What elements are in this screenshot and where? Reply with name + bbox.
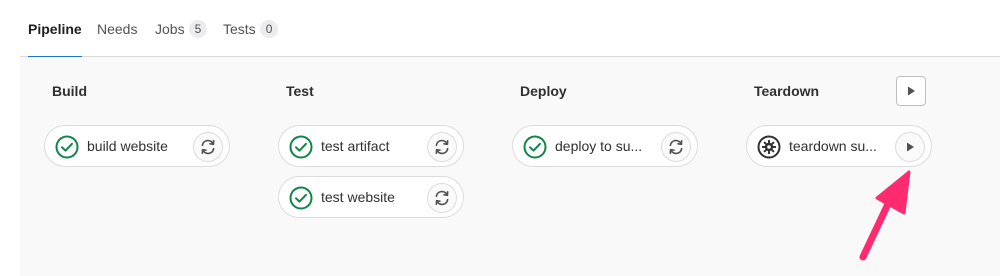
- tab-jobs[interactable]: Jobs 5: [155, 0, 208, 57]
- job-name: build website: [87, 138, 168, 154]
- stage-title-deploy: Deploy: [520, 83, 567, 99]
- jobs-count-badge: 5: [188, 19, 208, 38]
- job-test-artifact[interactable]: test artifact: [278, 125, 464, 167]
- job-name: teardown su...: [789, 138, 877, 154]
- retry-button[interactable]: [193, 132, 223, 162]
- tab-label: Jobs: [155, 20, 185, 37]
- play-icon: [908, 86, 915, 96]
- check-circle-icon: [523, 135, 547, 159]
- play-icon: [907, 142, 914, 152]
- retry-button[interactable]: [427, 183, 457, 213]
- play-job-button[interactable]: [895, 132, 925, 162]
- tab-tests[interactable]: Tests 0: [223, 0, 279, 57]
- job-deploy[interactable]: deploy to su...: [512, 125, 698, 167]
- job-name: test artifact: [321, 138, 390, 154]
- retry-icon: [435, 139, 449, 155]
- tab-label: Tests: [223, 20, 256, 37]
- retry-button[interactable]: [661, 132, 691, 162]
- retry-button[interactable]: [427, 132, 457, 162]
- check-circle-icon: [289, 135, 313, 159]
- retry-icon: [669, 139, 683, 155]
- job-teardown[interactable]: teardown su...: [746, 125, 932, 167]
- stage-title-teardown: Teardown: [754, 83, 820, 99]
- tests-count-badge: 0: [259, 19, 279, 38]
- pipeline-graph: Build build website Test test artifact t…: [20, 57, 1000, 276]
- tab-pipeline[interactable]: Pipeline: [28, 0, 82, 58]
- stage-title-build: Build: [52, 83, 87, 99]
- gear-icon: [757, 135, 781, 159]
- stage-title-test: Test: [286, 83, 314, 99]
- stage-play-all-button[interactable]: [896, 76, 926, 106]
- job-build-website[interactable]: build website: [44, 125, 230, 167]
- job-name: test website: [321, 189, 395, 205]
- job-name: deploy to su...: [555, 138, 643, 154]
- pipeline-tabs: Pipeline Needs Jobs 5 Tests 0: [20, 0, 1000, 58]
- job-test-website[interactable]: test website: [278, 176, 464, 218]
- retry-icon: [435, 190, 449, 206]
- tab-label: Needs: [97, 20, 138, 37]
- check-circle-icon: [289, 186, 313, 210]
- retry-icon: [201, 139, 215, 155]
- check-circle-icon: [55, 135, 79, 159]
- tab-label: Pipeline: [28, 20, 82, 37]
- tab-needs[interactable]: Needs: [97, 0, 137, 57]
